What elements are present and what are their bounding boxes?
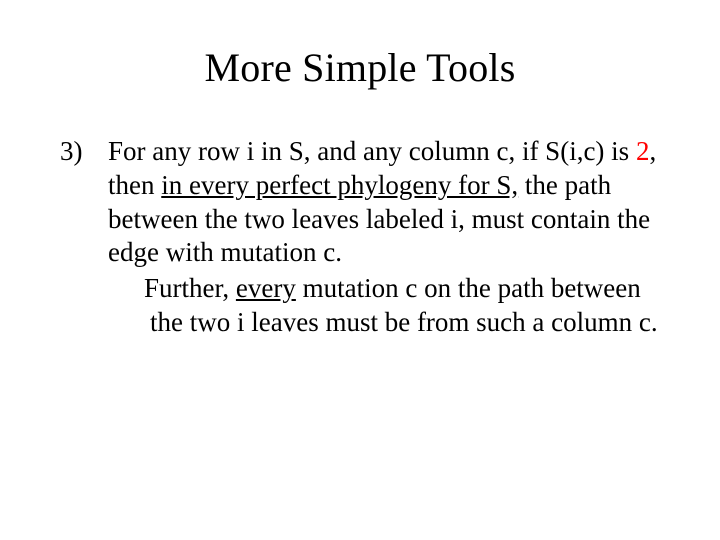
- slide-title: More Simple Tools: [0, 0, 720, 91]
- list-marker: 3): [60, 135, 108, 340]
- paragraph-1: For any row i in S, and any column c, if…: [108, 135, 660, 270]
- slide-body: 3) For any row i in S, and any column c,…: [0, 91, 720, 340]
- p2-text-a: Further,: [144, 273, 236, 303]
- list-content: For any row i in S, and any column c, if…: [108, 135, 660, 340]
- p1-underline: in every perfect phylogeny for S,: [161, 170, 518, 200]
- slide: More Simple Tools 3) For any row i in S,…: [0, 0, 720, 540]
- p1-highlight-two: 2: [636, 136, 650, 166]
- list-item-3: 3) For any row i in S, and any column c,…: [60, 135, 660, 340]
- p2-underline: every: [236, 273, 296, 303]
- p1-text-a: For any row i in S, and any column c, if…: [108, 136, 636, 166]
- paragraph-2: Further, every mutation c on the path be…: [108, 272, 660, 340]
